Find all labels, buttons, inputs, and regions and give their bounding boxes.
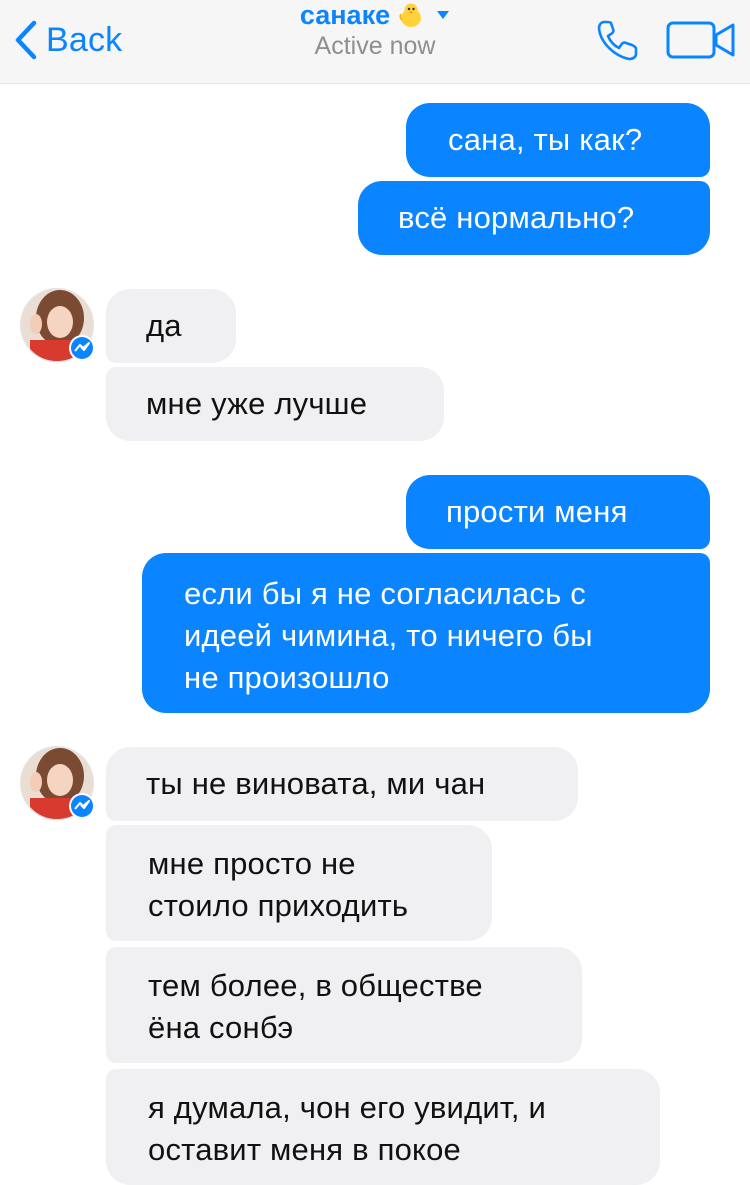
- message-bubble-incoming[interactable]: я думала, чон его увидит, и оставит меня…: [106, 1069, 660, 1185]
- phone-icon: [597, 20, 638, 61]
- chat-header: Back санаке Active now: [0, 0, 750, 84]
- message-bubble-outgoing[interactable]: сана, ты как?: [406, 103, 710, 177]
- video-camera-icon: [666, 21, 735, 59]
- message-bubble-outgoing[interactable]: если бы я не согласилась с идеей чимина,…: [142, 553, 710, 713]
- call-button[interactable]: [594, 16, 642, 64]
- message-line: не произошло: [184, 660, 390, 695]
- message-line: стоило приходить: [148, 888, 409, 923]
- back-label: Back: [46, 20, 123, 59]
- back-button[interactable]: Back: [14, 18, 122, 62]
- presence-status: Active now: [314, 32, 436, 60]
- message-bubble-incoming[interactable]: да: [106, 289, 236, 363]
- contact-name: санаке: [299, 0, 391, 30]
- message-bubble-incoming[interactable]: мне уже лучше: [106, 367, 444, 441]
- message-bubble-incoming[interactable]: ты не виновата, ми чан: [106, 747, 578, 821]
- message-text: прости меня: [446, 494, 628, 529]
- message-text: ты не виновата, ми чан: [146, 766, 486, 801]
- message-bubble-outgoing[interactable]: прости меня: [406, 475, 710, 549]
- chick-icon: [399, 3, 422, 27]
- message-text: сана, ты как?: [448, 122, 643, 157]
- message-bubble-incoming[interactable]: тем более, в обществе ёна сонбэ: [106, 947, 582, 1063]
- message-line: идеей чимина, то ничего бы: [184, 618, 593, 653]
- conversation-title[interactable]: санаке Active now: [225, 0, 525, 61]
- message-line: тем более, в обществе: [148, 968, 483, 1003]
- message-text: да: [146, 308, 182, 343]
- caret-down-icon: [437, 11, 450, 19]
- message-text: мне уже лучше: [146, 386, 368, 421]
- message-line: если бы я не согласилась с: [184, 576, 586, 611]
- message-text: всё нормально?: [398, 200, 635, 235]
- chevron-left-icon: [15, 20, 37, 60]
- message-bubble-incoming[interactable]: мне просто не стоило приходить: [106, 825, 492, 941]
- contact-avatar[interactable]: [20, 288, 95, 362]
- message-line: оставит меня в покое: [148, 1132, 462, 1167]
- video-call-button[interactable]: [664, 18, 738, 62]
- message-bubble-outgoing[interactable]: всё нормально?: [358, 181, 710, 255]
- messenger-badge-icon: [69, 335, 95, 361]
- message-line: я думала, чон его увидит, и: [148, 1090, 546, 1125]
- contact-avatar[interactable]: [20, 746, 95, 820]
- message-line: мне просто не: [148, 846, 356, 881]
- messenger-badge-icon: [69, 793, 95, 819]
- message-line: ёна сонбэ: [148, 1010, 294, 1045]
